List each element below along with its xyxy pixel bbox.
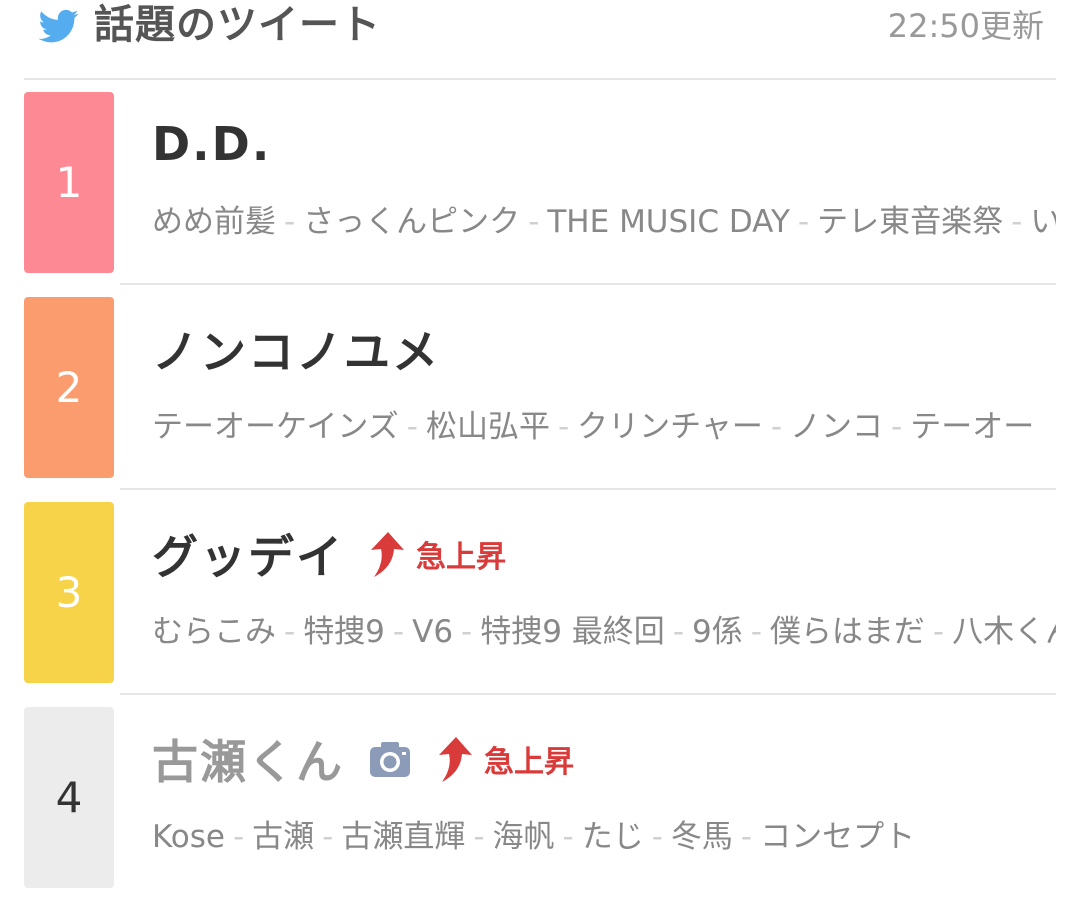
related-keyword-link[interactable]: むらこみ xyxy=(152,614,276,650)
keyword-separator: - xyxy=(461,614,473,650)
related-keyword-link[interactable]: テーオー xyxy=(910,409,1034,445)
keyword-separator: - xyxy=(797,204,810,240)
topic-heading: 古瀬くん 急上昇 xyxy=(152,729,574,789)
keyword-separator: - xyxy=(322,819,334,855)
topic-link[interactable]: D.D. xyxy=(152,117,271,171)
updated-time: 22:50更新 xyxy=(887,7,1044,45)
trend-row[interactable]: 4 古瀬くん 急上昇 Kose - 古瀬 - 古瀬直輝 - 海帆 - たじ - 冬馬 - コンセプト xyxy=(0,693,1080,898)
topic-link[interactable]: グッデイ xyxy=(152,521,344,587)
surge-label: 急上昇 xyxy=(484,745,574,780)
related-keyword-link[interactable]: クリンチャー xyxy=(577,409,763,445)
related-keyword-link[interactable]: い xyxy=(1030,204,1056,240)
camera-icon xyxy=(370,742,410,777)
keyword-separator: - xyxy=(750,614,762,650)
topic-heading: D.D. xyxy=(152,114,271,174)
related-keywords: むらこみ-特捜9-V6-特捜9 最終回-9係-僕らはまだ-八木くん xyxy=(152,608,1056,656)
topic-heading: グッデイ 急上昇 xyxy=(152,524,506,584)
topic-heading: ノンコノユメ xyxy=(152,319,440,379)
related-keywords: テーオーケインズ - 松山弘平 - クリンチャー - ノンコ - テーオー xyxy=(152,403,1056,451)
keyword-separator: - xyxy=(740,819,753,855)
related-keyword-link[interactable]: たじ xyxy=(582,819,644,855)
related-keyword-link[interactable]: 八木くん xyxy=(952,614,1056,650)
related-keyword-link[interactable]: V6 xyxy=(412,614,453,650)
keyword-separator: - xyxy=(232,819,245,855)
related-keyword-link[interactable]: 古瀬直輝 xyxy=(341,819,465,855)
surge-indicator: 急上昇 xyxy=(436,735,574,783)
related-keyword-link[interactable]: 海帆 xyxy=(493,819,555,855)
surge-indicator: 急上昇 xyxy=(368,530,506,578)
keyword-separator: - xyxy=(932,614,945,650)
keyword-separator: - xyxy=(891,409,903,445)
related-keyword-link[interactable]: 特捜9 最終回 xyxy=(480,614,665,650)
keyword-separator: - xyxy=(528,204,540,240)
related-keyword-link[interactable]: Kose xyxy=(152,819,225,855)
related-keyword-link[interactable]: THE MUSIC DAY xyxy=(547,204,790,240)
related-keyword-link[interactable]: 古瀬 xyxy=(252,819,314,855)
rank-badge: 1 xyxy=(24,92,114,273)
topic-link[interactable]: ノンコノユメ xyxy=(152,316,440,382)
trend-row[interactable]: 1 D.D. めめ前髪 - さっくんピンク - THE MUSIC DAY - テレ東音楽祭 - い xyxy=(0,78,1080,285)
topic-link[interactable]: 古瀬くん xyxy=(152,726,344,792)
related-keyword-link[interactable]: コンセプト xyxy=(760,819,915,855)
related-keyword-link[interactable]: テーオーケインズ xyxy=(152,409,399,445)
keyword-separator: - xyxy=(392,614,405,650)
keyword-separator: - xyxy=(562,819,574,855)
rank-badge: 2 xyxy=(24,297,114,478)
related-keyword-link[interactable]: さっくんピンク xyxy=(303,204,520,240)
rising-arrow-icon xyxy=(371,532,404,577)
related-keywords: Kose - 古瀬 - 古瀬直輝 - 海帆 - たじ - 冬馬 - コンセプト xyxy=(152,813,1056,861)
related-keyword-link[interactable]: 冬馬 xyxy=(671,819,733,855)
keyword-separator: - xyxy=(770,409,783,445)
related-keyword-link[interactable]: 特捜9 xyxy=(303,614,385,650)
related-keyword-link[interactable]: 僕らはまだ xyxy=(770,614,925,650)
rising-arrow-icon xyxy=(439,737,472,782)
keyword-separator: - xyxy=(1011,204,1023,240)
keyword-separator: - xyxy=(473,819,485,855)
rank-badge: 3 xyxy=(24,502,114,683)
keyword-separator: - xyxy=(651,819,663,855)
keyword-separator: - xyxy=(284,204,296,240)
related-keyword-link[interactable]: 9係 xyxy=(692,614,743,650)
header: 話題のツイート 22:50更新 xyxy=(0,0,1080,78)
related-keyword-link[interactable]: ノンコ xyxy=(790,409,883,445)
related-keyword-link[interactable]: テレ東音楽祭 xyxy=(817,204,1003,240)
surge-label: 急上昇 xyxy=(416,540,506,575)
trend-row[interactable]: 2 ノンコノユメ テーオーケインズ - 松山弘平 - クリンチャー - ノンコ - テーオー xyxy=(0,283,1080,490)
twitter-bird-icon xyxy=(38,9,79,43)
rank-badge: 4 xyxy=(24,707,114,888)
related-keywords: めめ前髪 - さっくんピンク - THE MUSIC DAY - テレ東音楽祭 - い xyxy=(152,198,1056,246)
related-keyword-link[interactable]: 松山弘平 xyxy=(426,409,550,445)
section-title: 話題のツイート xyxy=(94,2,381,48)
keyword-separator: - xyxy=(284,614,296,650)
related-keyword-link[interactable]: めめ前髪 xyxy=(152,204,276,240)
trend-row[interactable]: 3 グッデイ 急上昇 むらこみ - 特捜9- V6- 特捜9 最終回 -9係 - 僕らはまだ - 八木く… xyxy=(0,488,1080,695)
keyword-separator: - xyxy=(672,614,684,650)
keyword-separator: - xyxy=(406,409,418,445)
keyword-separator: - xyxy=(557,409,570,445)
